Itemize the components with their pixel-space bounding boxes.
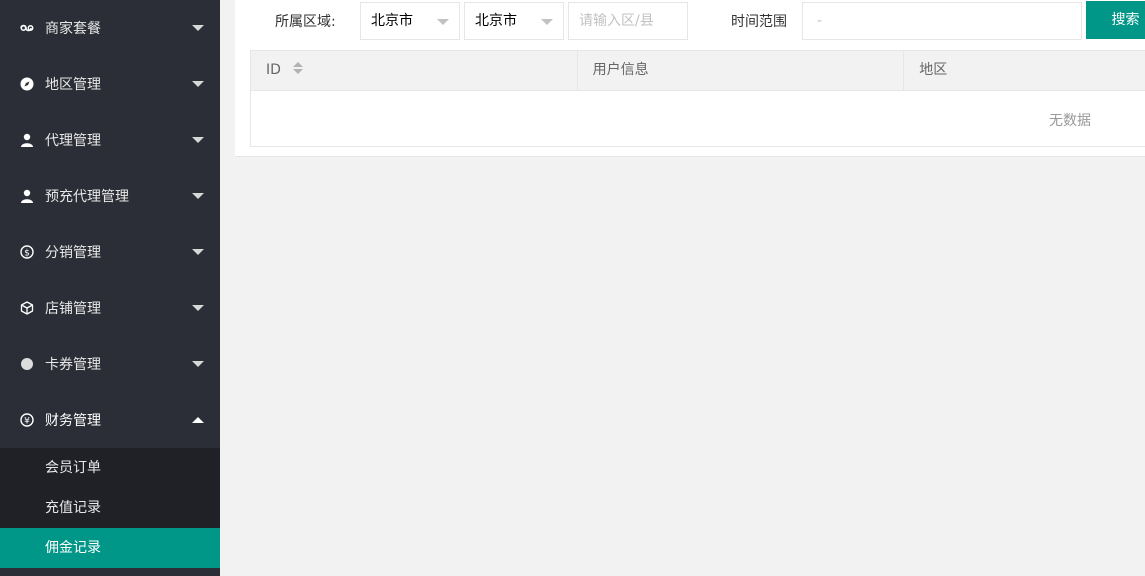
sort-icon[interactable] — [293, 62, 304, 76]
svg-text:¥: ¥ — [24, 417, 30, 427]
link-icon — [20, 21, 34, 35]
content-panel: 所属区域: 北京市 北京市 请输入区/县 时间范围 - 搜索 ID 用户信息 地… — [235, 0, 1145, 157]
province-select[interactable]: 北京市 — [360, 2, 460, 40]
data-table: ID 用户信息 地区 无数据 — [250, 50, 1145, 147]
circle-icon — [20, 357, 34, 371]
main-content: 所属区域: 北京市 北京市 请输入区/县 时间范围 - 搜索 ID 用户信息 地… — [220, 0, 1145, 576]
city-select[interactable]: 北京市 — [464, 2, 564, 40]
sidebar-item-label: 预充代理管理 — [45, 189, 129, 205]
column-header-label: 用户信息 — [592, 62, 649, 78]
column-header-region: 地区 — [904, 51, 1145, 90]
table-body: 无数据 — [251, 91, 1145, 146]
column-header-id[interactable]: ID — [251, 51, 578, 90]
province-select-value: 北京市 — [371, 13, 413, 29]
sidebar-item-label: 店铺管理 — [45, 301, 101, 317]
sidebar-subnav-finance: 会员订单 充值记录 佣金记录 — [0, 448, 220, 568]
time-range-input[interactable]: - — [802, 2, 1082, 40]
chevron-down-icon — [192, 361, 204, 367]
empty-state-text: 无数据 — [1049, 113, 1091, 129]
user-icon — [20, 189, 34, 203]
chevron-down-icon — [541, 19, 553, 25]
district-input[interactable]: 请输入区/县 — [568, 2, 688, 40]
column-header-label: 地区 — [919, 62, 948, 78]
sidebar-item-label: 财务管理 — [45, 413, 101, 429]
sidebar-subitem-recharge-records[interactable]: 充值记录 — [0, 488, 220, 528]
search-button[interactable]: 搜索 — [1086, 1, 1145, 39]
sidebar-item-label: 代理管理 — [45, 133, 101, 149]
column-header-label: ID — [266, 62, 281, 78]
chevron-up-icon — [192, 417, 204, 423]
sidebar-item-coupon[interactable]: 卡券管理 — [0, 336, 220, 392]
cube-icon — [20, 301, 34, 315]
sidebar-item-region[interactable]: 地区管理 — [0, 56, 220, 112]
chevron-down-icon — [192, 25, 204, 31]
yen-icon: ¥ — [20, 413, 34, 427]
chevron-down-icon — [192, 81, 204, 87]
compass-icon — [20, 77, 34, 91]
sidebar-item-label: 商家套餐 — [45, 21, 101, 37]
sidebar-item-finance[interactable]: ¥ 财务管理 — [0, 392, 220, 448]
table-header: ID 用户信息 地区 — [251, 51, 1145, 91]
sidebar-item-distribution[interactable]: $ 分销管理 — [0, 224, 220, 280]
sidebar-subitem-member-orders[interactable]: 会员订单 — [0, 448, 220, 488]
sidebar-item-label: 分销管理 — [45, 245, 101, 261]
chevron-down-icon — [192, 249, 204, 255]
region-label: 所属区域: — [275, 14, 336, 30]
sidebar-item-label: 卡券管理 — [45, 357, 101, 373]
svg-text:$: $ — [24, 249, 30, 259]
sidebar-subitem-commission-records[interactable]: 佣金记录 — [0, 528, 220, 568]
sidebar-item-agent[interactable]: 代理管理 — [0, 112, 220, 168]
dollar-icon: $ — [20, 245, 34, 259]
column-header-user-info: 用户信息 — [578, 51, 905, 90]
chevron-down-icon — [437, 19, 449, 25]
sidebar-item-merchant-package[interactable]: 商家套餐 — [0, 0, 220, 56]
chevron-down-icon — [192, 193, 204, 199]
filter-bar: 所属区域: 北京市 北京市 请输入区/县 时间范围 - 搜索 — [235, 0, 1145, 40]
sidebar-item-store[interactable]: 店铺管理 — [0, 280, 220, 336]
chevron-down-icon — [192, 305, 204, 311]
sidebar: 商家套餐 地区管理 代理管理 预充代理管理 $ 分销管理 店铺管理 卡券管理 ¥… — [0, 0, 220, 576]
sidebar-item-label: 地区管理 — [45, 77, 101, 93]
user-icon — [20, 133, 34, 147]
chevron-down-icon — [192, 137, 204, 143]
sidebar-item-prepaid-agent[interactable]: 预充代理管理 — [0, 168, 220, 224]
city-select-value: 北京市 — [475, 13, 517, 29]
time-range-label: 时间范围 — [731, 14, 787, 30]
